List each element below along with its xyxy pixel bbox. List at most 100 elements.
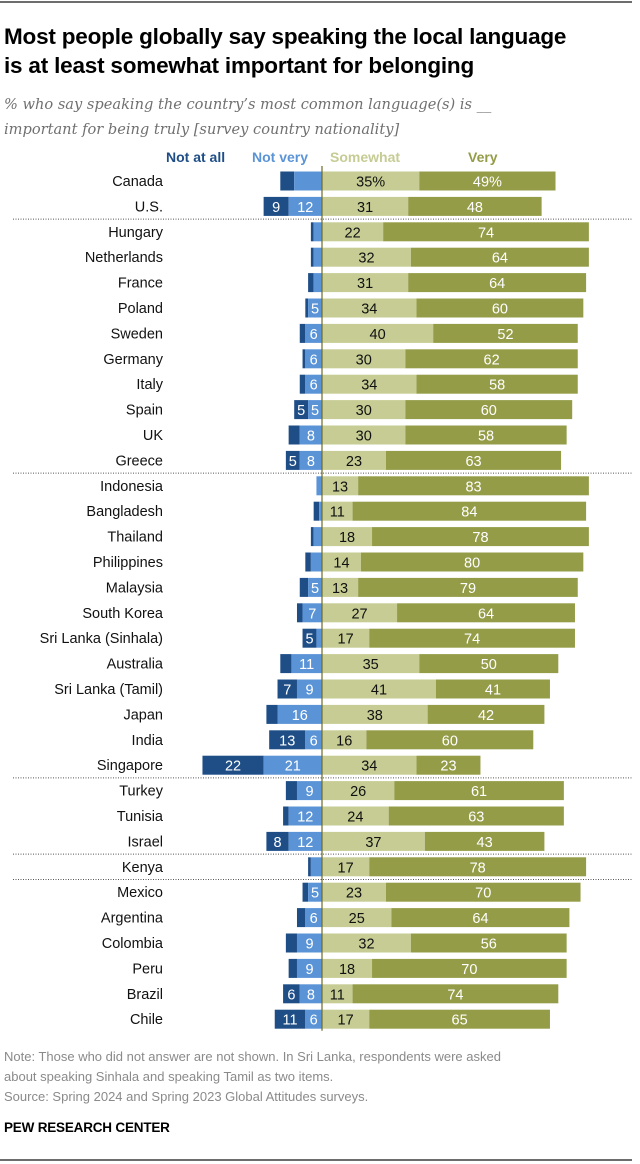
- data-label-not-at-all: 22: [225, 759, 241, 775]
- bar-row: Tunisia 12 24 63: [117, 806, 564, 826]
- data-label-somewhat: 17: [338, 860, 354, 876]
- bar-row: Hungary 22 74: [108, 222, 589, 242]
- data-label-not-at-all: 6: [287, 987, 295, 1003]
- country-label: Turkey: [119, 784, 164, 800]
- bar-not-very: [316, 628, 322, 648]
- bar-not-very: [313, 222, 322, 242]
- country-label: South Korea: [82, 606, 164, 622]
- country-label: Singapore: [97, 758, 163, 774]
- data-label-very: 83: [465, 479, 481, 495]
- chart-title: Most people globally say speaking the lo…: [4, 22, 634, 80]
- bar-not-at-all: [285, 933, 297, 953]
- bar-row: Sri Lanka (Tamil) 7 9 41 41: [54, 679, 550, 699]
- data-label-very: 70: [461, 962, 477, 978]
- bar-not-very: [316, 476, 322, 496]
- bar-row: Colombia 9 32 56: [102, 933, 567, 953]
- country-label: Israel: [128, 834, 163, 850]
- chart-notes: Note: Those who did not answer are not s…: [4, 1047, 624, 1107]
- data-label-very: 42: [478, 708, 494, 724]
- bar-row: France 31 64: [118, 273, 587, 293]
- bar-row: South Korea 7 27 64: [82, 603, 575, 623]
- bar-not-very: [313, 273, 322, 293]
- bar-not-at-all: [310, 247, 314, 267]
- bar-not-at-all: [280, 654, 292, 674]
- country-label: France: [118, 276, 163, 292]
- data-label-very: 23: [440, 759, 456, 775]
- bar-not-very: [313, 247, 322, 267]
- data-label-not-very: 9: [305, 683, 313, 699]
- data-label-not-at-all: 5: [305, 632, 313, 648]
- bar-not-at-all: [288, 958, 297, 978]
- data-label-not-very: 5: [311, 403, 319, 419]
- bar-row: U.S. 9 12 31 48: [135, 196, 542, 216]
- data-label-not-very: 5: [311, 302, 319, 318]
- bar-not-at-all: [283, 806, 289, 826]
- subtitle-line-1: % who say speaking the country’s most co…: [4, 96, 492, 113]
- data-label-somewhat: 34: [361, 759, 377, 775]
- data-label-not-very: 8: [307, 429, 315, 445]
- data-label-not-at-all: 5: [297, 403, 305, 419]
- data-label-very: 48: [467, 200, 483, 216]
- data-label-somewhat: 40: [370, 327, 386, 343]
- bar-not-at-all: [310, 222, 314, 242]
- country-label: U.S.: [135, 199, 163, 215]
- data-label-not-very: 5: [311, 886, 319, 902]
- data-label-very: 80: [464, 556, 480, 572]
- country-label: Spain: [126, 403, 163, 419]
- top-rule: [0, 1, 632, 3]
- data-label-not-very: 16: [292, 708, 308, 724]
- data-label-not-very: 9: [305, 937, 313, 953]
- bar-row: Greece 5 8 23 63: [115, 450, 562, 470]
- data-label-not-very: 6: [310, 378, 318, 394]
- data-label-very: 64: [478, 606, 494, 622]
- data-label-somewhat: 34: [361, 302, 377, 318]
- data-label-not-very: 21: [285, 759, 301, 775]
- data-label-somewhat: 24: [347, 810, 363, 826]
- data-label-not-very: 6: [310, 327, 318, 343]
- bar-row: Indonesia 13 83: [100, 476, 589, 496]
- country-label: Japan: [123, 707, 163, 723]
- bar-row: UK 8 30 58: [143, 425, 567, 445]
- data-label-not-very: 8: [307, 987, 315, 1003]
- bottom-rule: [0, 1159, 632, 1161]
- data-label-very: 63: [465, 454, 481, 470]
- data-label-somewhat: 31: [357, 276, 373, 292]
- data-label-somewhat: 35: [363, 657, 379, 673]
- bar-not-at-all: [280, 171, 295, 191]
- bar-row: Spain 5 5 30 60: [126, 400, 573, 420]
- data-label-somewhat: 13: [332, 581, 348, 597]
- data-label-somewhat: 16: [336, 733, 352, 749]
- data-label-not-very: 11: [299, 657, 314, 673]
- data-label-very: 84: [461, 505, 477, 521]
- subtitle-line-2: important for being truly [survey countr…: [4, 121, 400, 138]
- data-label-not-very: 5: [311, 581, 319, 597]
- data-label-not-at-all: 5: [289, 454, 297, 470]
- bar-row: Netherlands 32 64: [85, 247, 589, 267]
- data-label-somewhat: 37: [365, 835, 381, 851]
- data-label-very: 58: [478, 429, 494, 445]
- bar-row: Kenya 17 78: [122, 857, 587, 877]
- pew-credit: PEW RESEARCH CENTER: [4, 1120, 170, 1135]
- bar-not-at-all: [302, 882, 309, 902]
- data-label-not-very: 6: [310, 1013, 318, 1029]
- data-label-not-very: 7: [308, 606, 316, 622]
- data-label-very: 78: [472, 530, 488, 546]
- note-line-1: Note: Those who did not answer are not s…: [4, 1049, 501, 1064]
- data-label-not-very: 12: [297, 835, 313, 851]
- bar-not-at-all: [285, 781, 297, 801]
- bar-row: Germany 6 30 62: [103, 349, 578, 369]
- data-label-not-at-all: 11: [282, 1013, 297, 1029]
- data-label-somewhat: 26: [350, 784, 366, 800]
- data-label-somewhat: 18: [339, 530, 355, 546]
- country-label: Chile: [130, 1012, 163, 1028]
- data-label-not-at-all: 7: [283, 683, 291, 699]
- country-label: Greece: [115, 453, 163, 469]
- data-label-somewhat: 18: [339, 962, 355, 978]
- data-label-very: 64: [472, 911, 488, 927]
- bar-row: Singapore 22 21 34 23: [97, 755, 481, 775]
- title-line-1: Most people globally say speaking the lo…: [4, 24, 567, 49]
- country-label: Brazil: [127, 987, 163, 1003]
- bar-not-at-all: [310, 527, 314, 547]
- country-label: Netherlands: [85, 250, 163, 266]
- data-label-somewhat: 14: [333, 556, 349, 572]
